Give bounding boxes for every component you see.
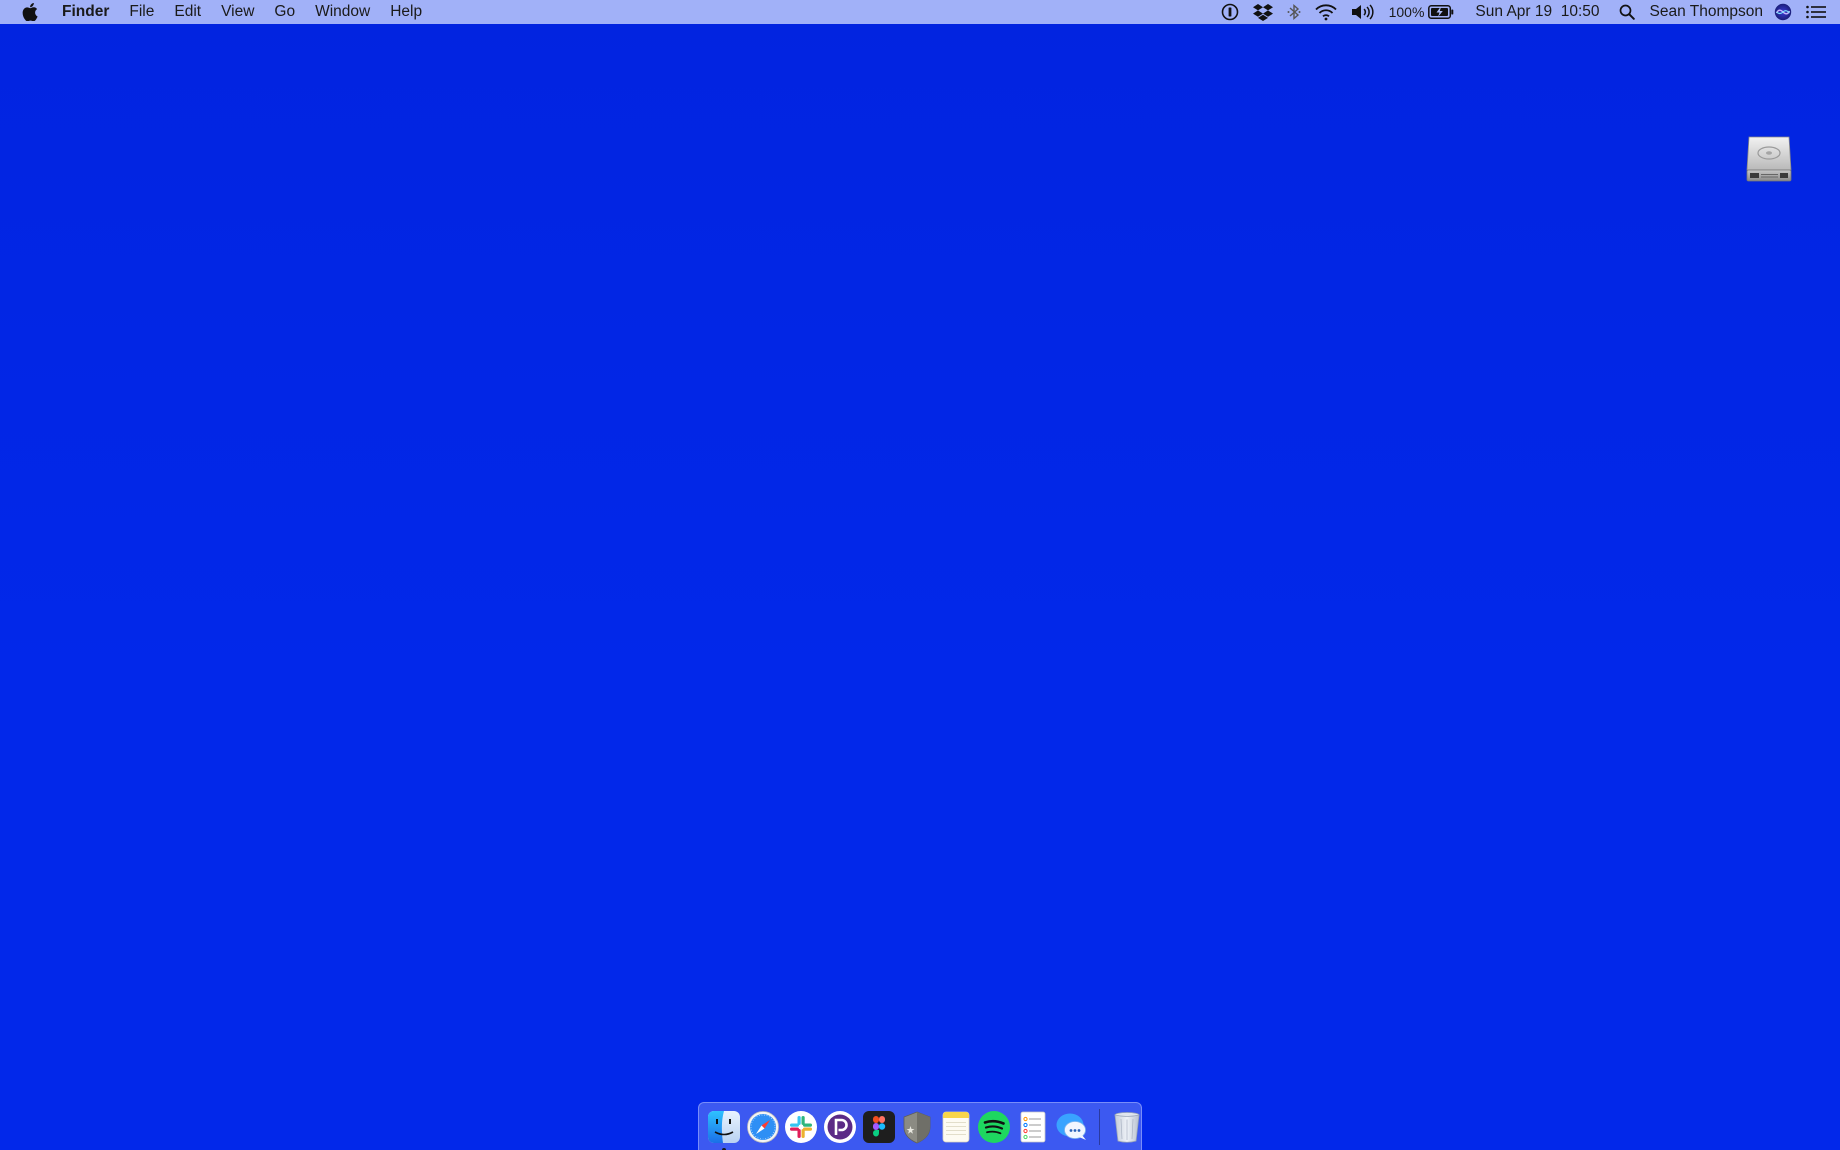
safari-icon [746,1110,779,1143]
dock-figma[interactable] [862,1110,896,1144]
dock [698,1102,1142,1150]
dock-trash[interactable] [1110,1110,1144,1144]
figma-icon [862,1110,895,1143]
dock-spotify[interactable] [977,1110,1011,1144]
siri-icon[interactable] [1770,0,1798,24]
shield-icon [903,1111,931,1143]
user-name[interactable]: Sean Thompson [1642,0,1770,24]
volume-icon[interactable] [1344,0,1382,24]
hard-drive-icon[interactable] [1744,134,1794,184]
desktop: Finder File Edit View Go Window Help 100… [0,0,1840,1150]
menu-go[interactable]: Go [264,0,305,24]
spotify-icon [978,1110,1011,1143]
trash-icon [1114,1111,1140,1143]
wifi-icon[interactable] [1308,0,1344,24]
dock-notes[interactable] [939,1110,973,1144]
menu-bar: Finder File Edit View Go Window Help 100… [0,0,1840,24]
menu-window[interactable]: Window [305,0,380,24]
dock-reminders[interactable] [1016,1110,1050,1144]
dock-finder[interactable] [707,1110,741,1150]
finder-icon [708,1110,741,1143]
menu-help[interactable]: Help [380,0,432,24]
menu-file[interactable]: File [119,0,164,24]
dock-separator [1098,1108,1100,1145]
dock-pocketcasts[interactable] [823,1110,857,1144]
spotlight-search-icon[interactable] [1607,0,1642,24]
reminders-icon [1020,1111,1046,1142]
bluetooth-icon[interactable] [1280,0,1308,24]
dock-security[interactable] [900,1110,934,1144]
1password-icon[interactable] [1214,0,1246,24]
battery-percent[interactable]: 100% [1382,0,1429,24]
dock-slack[interactable] [784,1110,818,1144]
clock[interactable]: Sun Apr 19 10:50 [1461,0,1606,24]
slack-icon [785,1110,818,1143]
menu-app-finder[interactable]: Finder [62,0,119,24]
menu-edit[interactable]: Edit [164,0,211,24]
dock-safari[interactable] [746,1110,780,1144]
dock-messages[interactable] [1055,1110,1089,1144]
messages-icon [1056,1113,1086,1140]
notification-center-icon[interactable] [1798,0,1840,24]
apple-logo-icon[interactable] [18,0,42,24]
dropbox-icon[interactable] [1246,0,1280,24]
battery-charging-icon[interactable] [1428,0,1461,24]
pocketcasts-icon [824,1110,857,1143]
menu-view[interactable]: View [211,0,264,24]
menu-extras: 100% Sun Apr 19 10:50 Sean Thompson [1214,0,1840,24]
notes-icon [942,1111,970,1142]
